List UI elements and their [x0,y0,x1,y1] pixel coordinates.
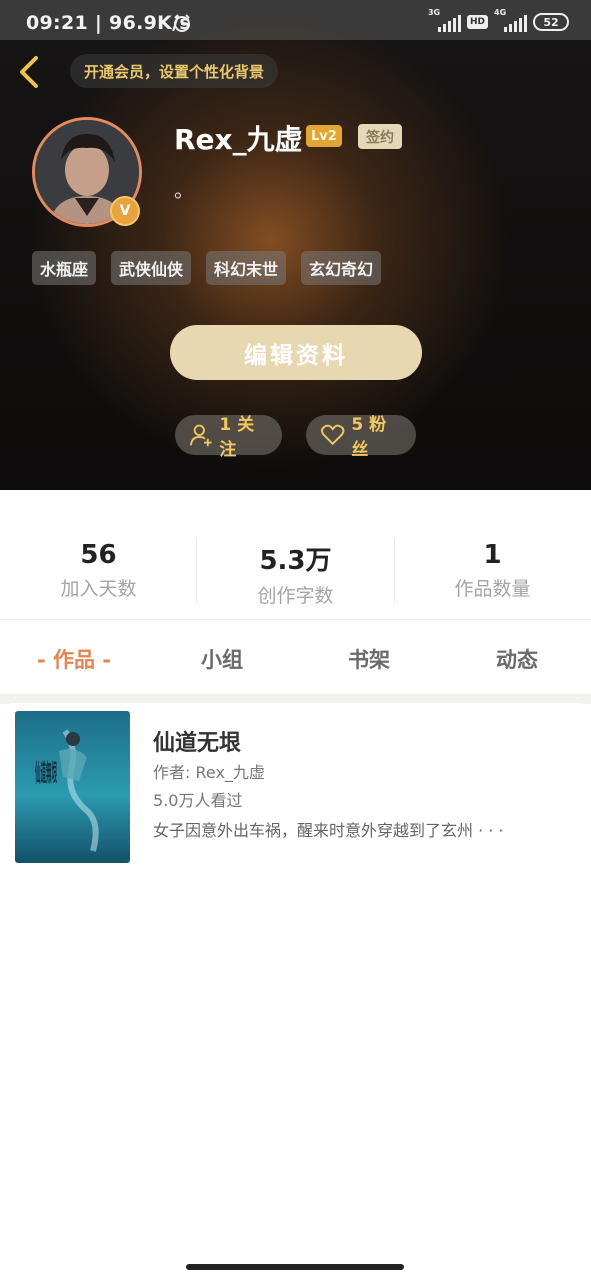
alarm-clock-icon [174,14,190,32]
bio-text: 。 [174,178,194,202]
tag-item: 科幻末世 [206,251,287,285]
vip-banner[interactable]: 开通会员，设置个性化背景 [70,54,279,88]
home-indicator[interactable] [186,1264,404,1270]
profile-header: 09:21 | 96.9K/s 3G HD 4G 52 开通会员，设置个性化背景 [0,0,591,490]
book-author: 作者: Rex_九虚 [153,763,265,782]
status-time: 09:21 | 96.9K/s [26,12,191,34]
fans-label: 5 粉丝 [351,415,387,460]
signed-badge: 签约 [358,124,402,149]
cover-title-char-1: 仙道無垠 [35,758,57,787]
battery-icon: 52 [533,13,569,31]
tab-groups[interactable]: 小组 [148,644,296,674]
back-button[interactable] [10,52,50,92]
tag-item: 玄幻奇幻 [301,251,382,285]
stat-word-count: 5.3万 创作字数 [197,540,394,608]
signal-3g-icon: 3G [428,8,461,32]
following-button[interactable]: 1 关注 [175,415,282,460]
tag-item: 水瓶座 [32,251,97,285]
add-user-icon [189,424,212,447]
stat-value: 56 [80,540,117,570]
tab-works[interactable]: - 作品 - [0,644,148,674]
verified-badge: V [110,196,140,226]
interest-tags: 水瓶座 武侠仙侠 科幻末世 玄幻奇幻 [32,251,382,285]
stat-works-count: 1 作品数量 [394,540,591,601]
tab-activity[interactable]: 动态 [443,644,591,674]
book-description: 女子因意外出车祸，醒来时意外穿越到了玄州 · · · [153,821,504,840]
edit-profile-button[interactable]: 编辑资料 [170,325,422,380]
book-card[interactable]: 仙道無垠 仙道无垠 作者: Rex_九虚 5.0万人看过 女子因意外出车祸，醒来… [8,703,583,871]
stats-row: 56 加入天数 5.3万 创作字数 1 作品数量 [0,490,591,620]
stat-value: 1 [483,540,502,570]
tag-item: 武侠仙侠 [111,251,192,285]
level-badge: Lv2 [306,125,342,147]
stat-value: 5.3万 [259,546,332,576]
book-views: 5.0万人看过 [153,791,243,810]
signal-4g-icon: 4G [494,8,527,32]
username: Rex_九虚 [174,123,303,156]
fans-button[interactable]: 5 粉丝 [306,415,416,460]
hd-badge: HD [466,15,488,29]
stat-join-days: 56 加入天数 [0,540,197,601]
heart-icon [320,424,345,446]
tab-bookshelf[interactable]: 书架 [295,644,443,674]
tab-bar: - 作品 - 小组 书架 动态 [0,620,591,694]
chevron-left-icon [20,56,38,88]
stat-label: 加入天数 [60,578,137,600]
following-label: 1 关注 [219,415,255,460]
stat-label: 作品数量 [454,578,531,600]
stat-label: 创作字数 [257,585,334,607]
status-bar: 09:21 | 96.9K/s 3G HD 4G 52 [0,0,591,40]
book-cover[interactable]: 仙道無垠 [15,711,130,863]
book-title[interactable]: 仙道无垠 [153,725,241,757]
